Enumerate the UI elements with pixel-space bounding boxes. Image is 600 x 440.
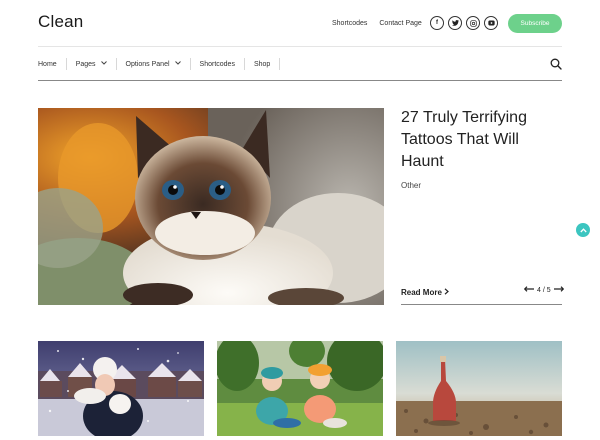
read-more-label: Read More bbox=[401, 288, 442, 297]
search-icon[interactable] bbox=[550, 58, 562, 72]
nav-item-label: Pages bbox=[75, 60, 96, 68]
slide-counter: 4 / 5 bbox=[537, 286, 551, 294]
featured-post-title[interactable]: 27 Truly Terrifying Tattoos That Will Ha… bbox=[401, 107, 551, 173]
nav-item-label: Shortcodes bbox=[199, 60, 235, 68]
post-thumbnail-winter[interactable] bbox=[38, 341, 204, 436]
chevron-down-icon bbox=[174, 61, 181, 67]
facebook-icon[interactable]: f bbox=[430, 16, 444, 30]
subscribe-button[interactable]: Subscribe bbox=[508, 14, 562, 33]
header-divider bbox=[38, 46, 562, 47]
read-more-link[interactable]: Read More bbox=[401, 288, 450, 297]
nav-item-options-panel[interactable]: Options Panel bbox=[126, 58, 191, 70]
twitter-icon[interactable] bbox=[448, 16, 462, 30]
site-logo[interactable]: Clean bbox=[38, 12, 83, 32]
nav-item-label: Home bbox=[38, 60, 57, 68]
nav-item-label: Options Panel bbox=[125, 60, 170, 68]
youtube-icon[interactable] bbox=[484, 16, 498, 30]
feature-divider bbox=[401, 304, 562, 305]
featured-post-category[interactable]: Other bbox=[401, 181, 421, 190]
chevron-up-icon bbox=[579, 227, 587, 232]
top-links: Shortcodes Contact Page bbox=[332, 20, 432, 27]
post-thumbnail-bottle[interactable] bbox=[396, 341, 562, 436]
nav-item-label: Shop bbox=[253, 60, 271, 68]
slider-pager: 4 / 5 bbox=[523, 286, 564, 294]
nav-item-home[interactable]: Home bbox=[38, 58, 67, 70]
nav-item-shop[interactable]: Shop bbox=[253, 58, 281, 70]
chevron-right-icon bbox=[444, 288, 450, 297]
featured-post-image[interactable] bbox=[38, 108, 384, 305]
top-link-contact[interactable]: Contact Page bbox=[379, 20, 421, 27]
post-thumbnail-kids[interactable] bbox=[217, 341, 383, 436]
social-links: f bbox=[430, 16, 498, 30]
arrow-left-icon[interactable] bbox=[523, 286, 534, 294]
main-nav: Home Pages Options Panel Shortcodes Shop bbox=[38, 55, 562, 73]
top-link-shortcodes[interactable]: Shortcodes bbox=[332, 20, 367, 27]
arrow-right-icon[interactable] bbox=[553, 286, 564, 294]
nav-divider bbox=[38, 80, 562, 81]
chevron-down-icon bbox=[100, 61, 107, 67]
site-header: Clean Shortcodes Contact Page f Subscrib… bbox=[38, 0, 562, 46]
nav-item-shortcodes[interactable]: Shortcodes bbox=[200, 58, 245, 70]
nav-item-pages[interactable]: Pages bbox=[76, 58, 117, 70]
instagram-icon[interactable] bbox=[466, 16, 480, 30]
scroll-to-top-button[interactable] bbox=[576, 223, 590, 237]
